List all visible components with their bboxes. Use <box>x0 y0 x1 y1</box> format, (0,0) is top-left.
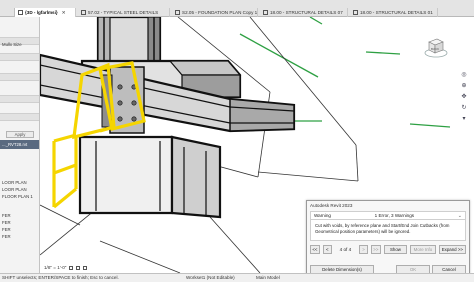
first-warning-button[interactable]: << <box>310 245 320 254</box>
last-warning-button[interactable]: >> <box>370 245 381 254</box>
sheet-icon <box>175 10 180 15</box>
grid-line <box>309 17 323 25</box>
bolt <box>131 116 137 122</box>
property-field[interactable] <box>0 95 39 103</box>
tab-label: 18.00 - STRUCTURAL DETAILS 01 <box>360 10 433 15</box>
chevron-down-icon[interactable]: ⌄ <box>458 213 462 219</box>
view-control-bar: 1/8" = 1'-0" <box>40 263 100 272</box>
properties-browser-panel: Mullx Size Apply ..._RVT28.rvt LOOR PLAN… <box>0 17 40 273</box>
base-block <box>78 135 222 219</box>
view-cube[interactable]: BACK <box>424 35 448 59</box>
property-field[interactable] <box>0 53 39 61</box>
property-field[interactable] <box>0 113 39 121</box>
status-bar: SHIFT unselects; ENTER/SPACE to finish; … <box>0 273 474 282</box>
grid-line <box>239 33 319 78</box>
bolt <box>117 100 123 106</box>
summary-label: 1 Error, 3 Warnings <box>374 213 415 218</box>
design-option-indicator[interactable]: Main Model <box>256 275 280 280</box>
tab-typical-steel-details[interactable]: 57.02 - TYPICAL STEEL DETAILS <box>78 8 170 17</box>
browser-item[interactable]: FER <box>2 227 38 232</box>
dialog-title: Autodesk Revit 2023 <box>310 203 353 208</box>
detail-level-icon[interactable] <box>69 265 74 270</box>
browser-item[interactable]: FER <box>2 213 38 218</box>
browser-item[interactable]: FLOOR PLAN 1 <box>2 194 38 199</box>
tab-label: 18.00 - STRUCTURAL DETAILS 07 <box>270 10 343 15</box>
warning-header: Warning 1 Error, 3 Warnings ⌄ <box>310 211 466 220</box>
page-indicator: 4 of 4 <box>339 247 352 252</box>
steering-wheel-icon[interactable]: ◎ <box>460 70 468 78</box>
bolt <box>117 84 123 90</box>
more-info-button[interactable]: More Info <box>410 245 436 254</box>
view-cube-icon[interactable]: BACK <box>424 35 448 59</box>
steel-column <box>96 17 162 65</box>
browser-item[interactable]: FER <box>2 234 38 239</box>
previous-warning-button[interactable]: < <box>322 245 332 254</box>
sheet-icon <box>81 10 86 15</box>
visual-style-icon[interactable] <box>76 265 81 270</box>
status-prompt: SHIFT unselects; ENTER/SPACE to finish; … <box>2 275 119 280</box>
pan-icon[interactable]: ✥ <box>460 92 468 100</box>
warning-dialog: Autodesk Revit 2023 Warning 1 Error, 3 W… <box>306 200 470 278</box>
browser-item[interactable]: FER <box>2 220 38 225</box>
browser-item[interactable]: LOOR PLAN <box>2 187 38 192</box>
tab-structural-details-07[interactable]: 18.00 - STRUCTURAL DETAILS 07 <box>260 8 348 17</box>
document-tab-bar: {3D - lgfarlmsi} ✕ 57.02 - TYPICAL STEEL… <box>0 0 474 17</box>
tab-3d-view[interactable]: {3D - lgfarlmsi} ✕ <box>14 8 76 17</box>
severity-label: Warning <box>314 213 331 218</box>
property-field[interactable] <box>0 73 39 81</box>
property-row: Mullx Size <box>2 42 22 47</box>
tab-label: S2.05 - FOUNDATION PLAN Copy 1 <box>182 10 258 15</box>
warning-navigation: << < 4 of 4 > >> Show More Info Expand >… <box>310 245 467 254</box>
sheet-icon <box>353 10 358 15</box>
scale-label[interactable]: 1/8" = 1'-0" <box>44 265 66 270</box>
orbit-icon[interactable]: ↻ <box>460 103 468 111</box>
view-cube-label: BACK <box>431 47 439 51</box>
next-warning-button[interactable]: > <box>359 245 368 254</box>
tab-label: 57.02 - TYPICAL STEEL DETAILS <box>88 10 159 15</box>
3d-view-icon <box>18 10 23 15</box>
expand-button[interactable]: Expand >> <box>438 245 467 254</box>
tab-label: {3D - lgfarlmsi} <box>25 10 58 15</box>
warning-message: Cut with voids, by reference plane and S… <box>310 220 466 241</box>
close-icon[interactable]: ✕ <box>62 10 66 16</box>
bolt <box>131 100 137 106</box>
bolt <box>117 116 123 122</box>
workset-indicator[interactable]: Workset1 (Not Editable) <box>186 275 235 280</box>
grid-line <box>365 51 401 55</box>
browser-item[interactable]: LOOR PLAN <box>2 180 38 185</box>
tab-structural-details-01[interactable]: 18.00 - STRUCTURAL DETAILS 01 <box>350 8 438 17</box>
project-file-header[interactable]: ..._RVT28.rvt <box>0 140 39 149</box>
navigation-bar: ◎ ⊕ ✥ ↻ ▾ <box>458 70 470 128</box>
grid-line <box>409 123 451 128</box>
tab-foundation-plan[interactable]: S2.05 - FOUNDATION PLAN Copy 1 <box>172 8 258 17</box>
sun-path-icon[interactable] <box>83 265 88 270</box>
apply-button[interactable]: Apply <box>6 131 34 138</box>
sheet-icon <box>263 10 268 15</box>
menu-chevron-icon[interactable]: ▾ <box>460 114 468 122</box>
show-button[interactable]: Show <box>383 245 408 254</box>
zoom-icon[interactable]: ⊕ <box>460 81 468 89</box>
